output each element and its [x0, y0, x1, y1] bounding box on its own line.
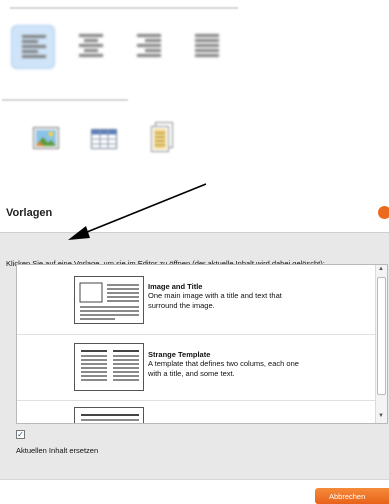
close-icon[interactable] [378, 206, 389, 219]
template-title: Strange Template [148, 350, 211, 359]
align-justify-icon [195, 34, 219, 60]
scroll-up-icon[interactable]: ▲ [378, 266, 384, 272]
template-description: A template that defines two colums, each… [148, 359, 299, 378]
toolbar-separator-middle [2, 99, 128, 101]
scrollbar-thumb[interactable] [377, 277, 386, 395]
dialog-title: Vorlagen [6, 207, 53, 219]
scroll-down-icon[interactable]: ▼ [378, 413, 384, 419]
template-thumbnail-icon [74, 407, 144, 423]
template-list: Image and Title One main image with a ti… [16, 264, 388, 424]
template-item-strange-template[interactable]: Strange Template A template that defines… [17, 335, 375, 401]
templates-button[interactable] [151, 122, 173, 157]
dialog-footer-band [0, 456, 389, 480]
strange-template-thumbnail-icon [74, 343, 144, 391]
template-title: Image and Title [148, 282, 203, 291]
template-item-partial[interactable] [17, 401, 375, 423]
cancel-button[interactable]: Abbrechen [315, 488, 389, 504]
replace-content-label: Aktuellen Inhalt ersetzen [16, 446, 99, 455]
template-item-image-and-title[interactable]: Image and Title One main image with a ti… [17, 265, 375, 335]
image-and-title-thumbnail-icon [74, 276, 144, 324]
insert-image-button[interactable] [33, 127, 59, 154]
insert-button-group [25, 118, 205, 168]
align-center-icon [79, 34, 103, 60]
image-icon [33, 127, 59, 149]
align-left-icon [22, 35, 46, 61]
templates-icon [151, 122, 173, 152]
align-right-icon [137, 34, 161, 60]
align-justify-button[interactable] [185, 25, 229, 69]
toolbar-separator-top [10, 7, 238, 9]
insert-table-button[interactable] [91, 129, 117, 154]
template-description: One main image with a title and text tha… [148, 291, 282, 310]
template-list-scrollbar[interactable]: ▲ ▼ [375, 265, 387, 423]
alignment-button-group [9, 21, 244, 73]
replace-content-checkbox[interactable]: ✓ [16, 430, 25, 439]
table-icon [91, 129, 117, 149]
align-left-button[interactable] [11, 25, 55, 69]
align-right-button[interactable] [127, 25, 171, 69]
align-center-button[interactable] [69, 25, 113, 69]
